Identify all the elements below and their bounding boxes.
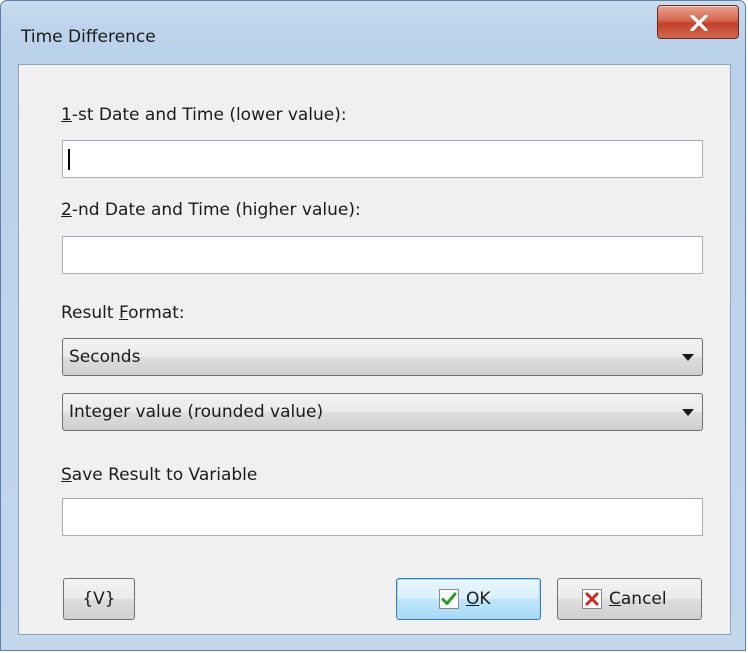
cancel-button[interactable]: Cancel	[557, 578, 702, 620]
result-format-label: Result Format:	[61, 303, 185, 323]
second-date-input[interactable]	[62, 236, 703, 274]
chevron-down-icon	[682, 409, 694, 416]
window-title: Time Difference	[21, 27, 156, 47]
first-date-input[interactable]	[62, 140, 703, 178]
ok-label: OK	[466, 589, 491, 609]
save-variable-label: Save Result to Variable	[61, 465, 258, 485]
title-bar[interactable]: Time Difference	[1, 1, 745, 61]
dialog-body: 1-st Date and Time (lower value): 2-nd D…	[18, 64, 731, 635]
chevron-down-icon	[682, 354, 694, 361]
ok-button[interactable]: OK	[396, 578, 541, 620]
save-variable-input[interactable]	[62, 498, 703, 536]
dialog-window: Time Difference 1-st Date and Time (lowe…	[0, 0, 746, 651]
text-caret	[68, 149, 70, 170]
checkmark-icon	[439, 589, 459, 609]
close-button[interactable]	[657, 5, 739, 39]
second-date-label: 2-nd Date and Time (higher value):	[61, 200, 361, 220]
x-mark-icon	[582, 589, 602, 609]
close-icon	[690, 15, 708, 31]
result-unit-select[interactable]: Seconds	[62, 338, 703, 376]
value-type-value: Integer value (rounded value)	[69, 402, 324, 422]
first-date-label: 1-st Date and Time (lower value):	[61, 105, 347, 125]
value-type-select[interactable]: Integer value (rounded value)	[62, 393, 703, 431]
result-unit-value: Seconds	[69, 347, 141, 367]
insert-variable-label: {V}	[82, 589, 116, 609]
insert-variable-button[interactable]: {V}	[63, 578, 135, 620]
cancel-label: Cancel	[609, 589, 667, 609]
